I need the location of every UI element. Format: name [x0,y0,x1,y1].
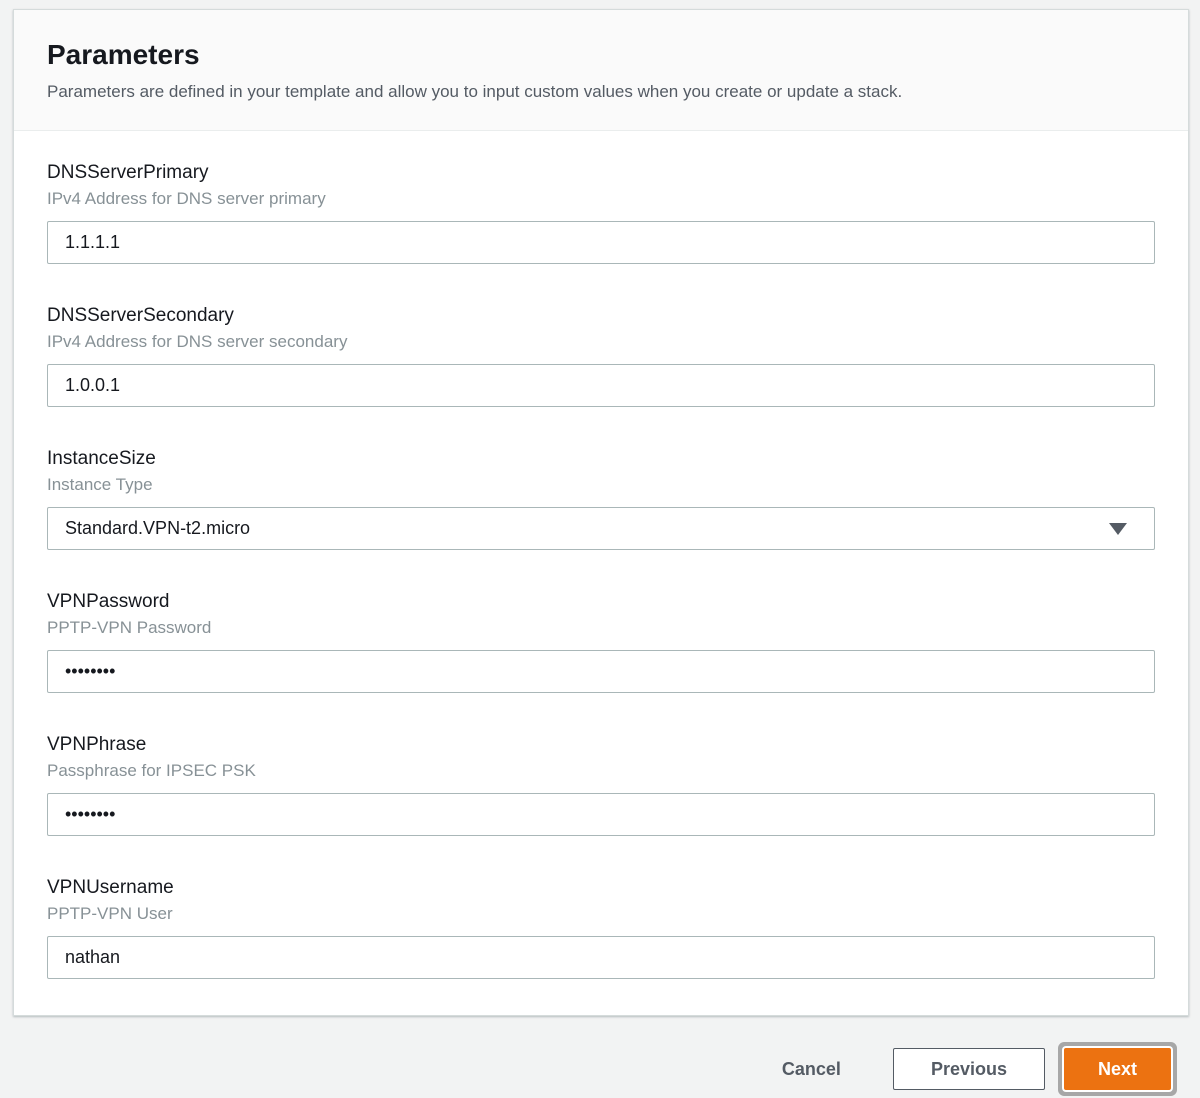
field-label: VPNPhrase [47,734,147,756]
panel-header: Parameters Parameters are defined in you… [14,10,1188,132]
field-label: VPNUsername [47,877,174,899]
parameters-panel: Parameters Parameters are defined in you… [13,9,1189,1017]
instancesize-select[interactable]: Standard.VPN-t2.micro [47,507,1155,551]
page: Parameters Parameters are defined in you… [0,0,1200,1096]
field-vpnpassword: VPNPassword PPTP-VPN Password [47,590,1155,694]
field-instancesize: InstanceSize Instance Type Standard.VPN-… [47,447,1155,551]
field-label: DNSServerPrimary [47,162,209,184]
field-label: DNSServerSecondary [47,305,234,327]
field-description: Passphrase for IPSEC PSK [47,761,256,781]
field-dnsserversecondary: DNSServerSecondary IPv4 Address for DNS … [47,304,1155,408]
field-label: InstanceSize [47,448,156,470]
instancesize-selected-value: Standard.VPN-t2.micro [65,518,251,539]
vpnpassword-input[interactable] [47,650,1155,694]
dnsserversecondary-input[interactable] [47,364,1155,408]
caret-down-icon [1109,522,1127,535]
panel-description: Parameters are defined in your template … [47,82,903,102]
field-dnsserverprimary: DNSServerPrimary IPv4 Address for DNS se… [47,161,1155,265]
field-description: IPv4 Address for DNS server secondary [47,332,348,352]
dnsserverprimary-input[interactable] [47,221,1155,265]
vpnphrase-input[interactable] [47,793,1155,837]
vpnusername-input[interactable] [47,936,1155,980]
previous-button[interactable]: Previous [892,1048,1045,1091]
panel-title: Parameters [47,39,200,70]
field-vpnusername: VPNUsername PPTP-VPN User [47,876,1155,980]
field-vpnphrase: VPNPhrase Passphrase for IPSEC PSK [47,733,1155,837]
field-description: IPv4 Address for DNS server primary [47,189,326,209]
wizard-actions: Cancel Previous Next [13,1042,1177,1096]
field-label: VPNPassword [47,591,170,613]
field-description: Instance Type [47,475,153,495]
cancel-button[interactable]: Cancel [782,1048,841,1090]
parameters-form: DNSServerPrimary IPv4 Address for DNS se… [14,131,1188,1015]
field-description: PPTP-VPN User [47,904,173,924]
next-button[interactable]: Next [1063,1048,1171,1091]
field-description: PPTP-VPN Password [47,618,212,638]
